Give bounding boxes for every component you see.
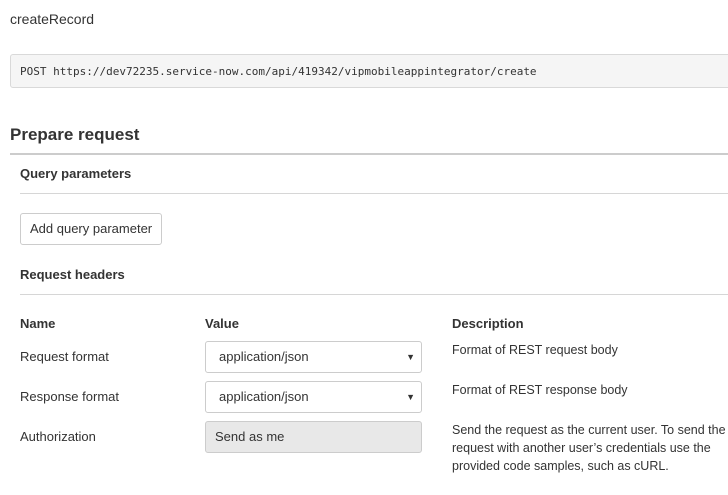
query-parameters-divider — [20, 193, 728, 194]
response-format-select[interactable]: application/json ▼ — [205, 381, 422, 413]
rest-api-explorer-panel: createRecord POST https://dev72235.servi… — [0, 0, 728, 495]
request-headers-divider — [20, 294, 728, 295]
method-title: createRecord — [10, 11, 95, 27]
chevron-down-icon: ▼ — [406, 352, 415, 362]
response-format-value: application/json — [219, 389, 309, 404]
prepare-request-heading: Prepare request — [10, 125, 140, 144]
chevron-down-icon: ▼ — [406, 392, 415, 402]
request-format-description: Format of REST request body — [452, 343, 618, 357]
column-header-name: Name — [20, 316, 56, 331]
request-format-select[interactable]: application/json ▼ — [205, 341, 422, 373]
column-header-value: Value — [205, 316, 239, 331]
request-format-value: application/json — [219, 349, 309, 364]
query-parameters-heading: Query parameters — [20, 166, 132, 181]
add-query-parameter-button[interactable]: Add query parameter — [20, 213, 163, 245]
authorization-value: Send as me — [215, 429, 285, 444]
request-format-label: Request format — [20, 349, 109, 364]
authorization-field: Send as me — [205, 421, 422, 453]
authorization-description: Send the request as the current user. To… — [452, 423, 726, 473]
response-format-description: Format of REST response body — [452, 383, 628, 397]
endpoint-url: POST https://dev72235.service-now.com/ap… — [10, 54, 728, 88]
response-format-label: Response format — [20, 389, 119, 404]
authorization-label: Authorization — [20, 429, 96, 444]
request-headers-heading: Request headers — [20, 267, 125, 282]
column-header-description: Description — [452, 316, 524, 331]
section-divider — [10, 153, 728, 155]
